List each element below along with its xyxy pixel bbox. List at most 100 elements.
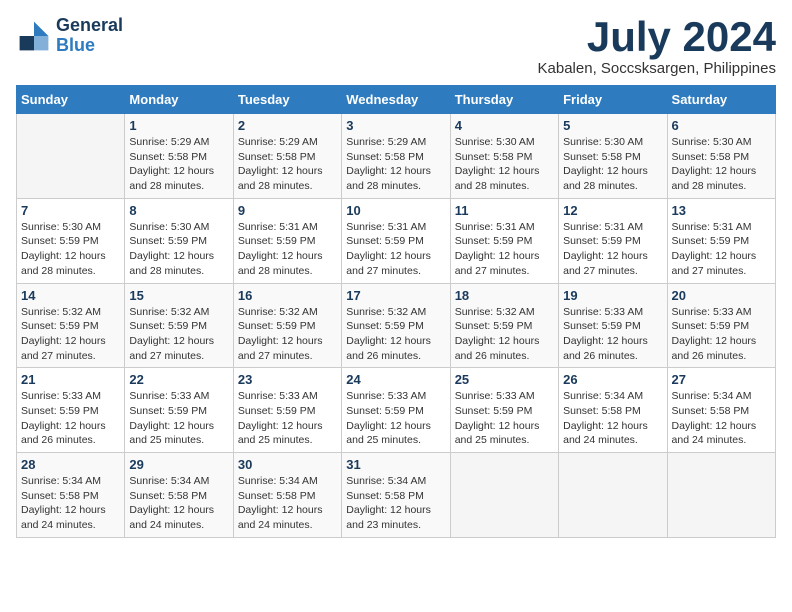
calendar-cell: 19 Sunrise: 5:33 AMSunset: 5:59 PMDayligh… xyxy=(559,283,667,368)
calendar-cell: 2 Sunrise: 5:29 AMSunset: 5:58 PMDaylight… xyxy=(233,114,341,199)
day-number: 26 xyxy=(563,372,662,387)
calendar-cell: 24Sunrise: 5:33 AMSunset: 5:59 PMDayligh… xyxy=(342,368,450,453)
day-number: 7 xyxy=(21,203,120,218)
day-info: Sunrise: 5:34 AMSunset: 5:58 PMDaylight:… xyxy=(238,474,337,533)
calendar-cell: 25 Sunrise: 5:33 AMSunset: 5:59 PMDayligh… xyxy=(450,368,558,453)
day-number: 19 xyxy=(563,288,662,303)
location-subtitle: Kabalen, Soccsksargen, Philippines xyxy=(538,60,776,77)
weekday-header-sunday: Sunday xyxy=(17,86,125,114)
day-number: 2 xyxy=(238,118,337,133)
day-info: Sunrise: 5:30 AMSunset: 5:59 PMDaylight:… xyxy=(129,220,228,279)
calendar-cell: 15Sunrise: 5:32 AMSunset: 5:59 PMDayligh… xyxy=(125,283,233,368)
day-number: 22 xyxy=(129,372,228,387)
logo: General Blue xyxy=(16,16,123,56)
day-info: Sunrise: 5:31 AMSunset: 5:59 PMDaylight:… xyxy=(563,220,662,279)
weekday-header-monday: Monday xyxy=(125,86,233,114)
day-info: Sunrise: 5:29 AMSunset: 5:58 PMDaylight:… xyxy=(129,135,228,194)
calendar-cell: 9 Sunrise: 5:31 AMSunset: 5:59 PMDaylight… xyxy=(233,198,341,283)
calendar-cell: 7 Sunrise: 5:30 AMSunset: 5:59 PMDaylight… xyxy=(17,198,125,283)
calendar-cell: 1 Sunrise: 5:29 AMSunset: 5:58 PMDaylight… xyxy=(125,114,233,199)
day-info: Sunrise: 5:31 AMSunset: 5:59 PMDaylight:… xyxy=(238,220,337,279)
day-info: Sunrise: 5:30 AMSunset: 5:59 PMDaylight:… xyxy=(21,220,120,279)
calendar-cell: 10Sunrise: 5:31 AMSunset: 5:59 PMDayligh… xyxy=(342,198,450,283)
day-info: Sunrise: 5:33 AMSunset: 5:59 PMDaylight:… xyxy=(238,389,337,448)
calendar-cell: 20 Sunrise: 5:33 AMSunset: 5:59 PMDayligh… xyxy=(667,283,775,368)
day-number: 13 xyxy=(672,203,771,218)
day-info: Sunrise: 5:31 AMSunset: 5:59 PMDaylight:… xyxy=(672,220,771,279)
day-info: Sunrise: 5:31 AMSunset: 5:59 PMDaylight:… xyxy=(346,220,445,279)
day-number: 3 xyxy=(346,118,445,133)
day-number: 18 xyxy=(455,288,554,303)
day-info: Sunrise: 5:34 AMSunset: 5:58 PMDaylight:… xyxy=(21,474,120,533)
day-number: 25 xyxy=(455,372,554,387)
calendar-cell: 17Sunrise: 5:32 AMSunset: 5:59 PMDayligh… xyxy=(342,283,450,368)
week-row-1: 1 Sunrise: 5:29 AMSunset: 5:58 PMDaylight… xyxy=(17,114,776,199)
day-info: Sunrise: 5:32 AMSunset: 5:59 PMDaylight:… xyxy=(346,305,445,364)
day-info: Sunrise: 5:30 AMSunset: 5:58 PMDaylight:… xyxy=(672,135,771,194)
day-number: 14 xyxy=(21,288,120,303)
day-number: 30 xyxy=(238,457,337,472)
weekday-header-thursday: Thursday xyxy=(450,86,558,114)
day-info: Sunrise: 5:34 AMSunset: 5:58 PMDaylight:… xyxy=(672,389,771,448)
day-number: 27 xyxy=(672,372,771,387)
title-block: July 2024 Kabalen, Soccsksargen, Philipp… xyxy=(538,16,776,77)
day-number: 6 xyxy=(672,118,771,133)
calendar-cell: 13 Sunrise: 5:31 AMSunset: 5:59 PMDayligh… xyxy=(667,198,775,283)
calendar-cell: 11 Sunrise: 5:31 AMSunset: 5:59 PMDayligh… xyxy=(450,198,558,283)
day-info: Sunrise: 5:34 AMSunset: 5:58 PMDaylight:… xyxy=(563,389,662,448)
logo-icon xyxy=(16,18,52,54)
day-info: Sunrise: 5:31 AMSunset: 5:59 PMDaylight:… xyxy=(455,220,554,279)
day-number: 1 xyxy=(129,118,228,133)
weekday-header-tuesday: Tuesday xyxy=(233,86,341,114)
week-row-5: 28 Sunrise: 5:34 AMSunset: 5:58 PMDayligh… xyxy=(17,453,776,538)
day-number: 23 xyxy=(238,372,337,387)
calendar-cell: 12Sunrise: 5:31 AMSunset: 5:59 PMDayligh… xyxy=(559,198,667,283)
day-info: Sunrise: 5:30 AMSunset: 5:58 PMDaylight:… xyxy=(455,135,554,194)
day-number: 9 xyxy=(238,203,337,218)
calendar-cell: 6 Sunrise: 5:30 AMSunset: 5:58 PMDaylight… xyxy=(667,114,775,199)
calendar-table: SundayMondayTuesdayWednesdayThursdayFrid… xyxy=(16,85,776,538)
day-number: 24 xyxy=(346,372,445,387)
day-info: Sunrise: 5:29 AMSunset: 5:58 PMDaylight:… xyxy=(346,135,445,194)
day-number: 16 xyxy=(238,288,337,303)
calendar-cell: 29Sunrise: 5:34 AMSunset: 5:58 PMDayligh… xyxy=(125,453,233,538)
day-number: 20 xyxy=(672,288,771,303)
day-info: Sunrise: 5:33 AMSunset: 5:59 PMDaylight:… xyxy=(21,389,120,448)
day-info: Sunrise: 5:33 AMSunset: 5:59 PMDaylight:… xyxy=(129,389,228,448)
day-number: 31 xyxy=(346,457,445,472)
calendar-cell: 23 Sunrise: 5:33 AMSunset: 5:59 PMDayligh… xyxy=(233,368,341,453)
day-info: Sunrise: 5:30 AMSunset: 5:58 PMDaylight:… xyxy=(563,135,662,194)
calendar-cell: 31 Sunrise: 5:34 AMSunset: 5:58 PMDayligh… xyxy=(342,453,450,538)
calendar-cell xyxy=(17,114,125,199)
weekday-header-friday: Friday xyxy=(559,86,667,114)
calendar-cell: 22 Sunrise: 5:33 AMSunset: 5:59 PMDayligh… xyxy=(125,368,233,453)
day-number: 28 xyxy=(21,457,120,472)
day-number: 29 xyxy=(129,457,228,472)
calendar-cell: 26 Sunrise: 5:34 AMSunset: 5:58 PMDayligh… xyxy=(559,368,667,453)
day-info: Sunrise: 5:29 AMSunset: 5:58 PMDaylight:… xyxy=(238,135,337,194)
calendar-cell xyxy=(559,453,667,538)
day-info: Sunrise: 5:33 AMSunset: 5:59 PMDaylight:… xyxy=(455,389,554,448)
day-number: 8 xyxy=(129,203,228,218)
month-year-title: July 2024 xyxy=(538,16,776,58)
day-number: 11 xyxy=(455,203,554,218)
calendar-cell: 21 Sunrise: 5:33 AMSunset: 5:59 PMDayligh… xyxy=(17,368,125,453)
day-info: Sunrise: 5:34 AMSunset: 5:58 PMDaylight:… xyxy=(346,474,445,533)
calendar-cell: 5Sunrise: 5:30 AMSunset: 5:58 PMDaylight… xyxy=(559,114,667,199)
calendar-cell xyxy=(450,453,558,538)
week-row-4: 21 Sunrise: 5:33 AMSunset: 5:59 PMDayligh… xyxy=(17,368,776,453)
day-number: 15 xyxy=(129,288,228,303)
calendar-cell xyxy=(667,453,775,538)
day-number: 4 xyxy=(455,118,554,133)
day-number: 21 xyxy=(21,372,120,387)
weekday-header-wednesday: Wednesday xyxy=(342,86,450,114)
calendar-cell: 18 Sunrise: 5:32 AMSunset: 5:59 PMDayligh… xyxy=(450,283,558,368)
logo-text: General Blue xyxy=(56,16,123,56)
day-info: Sunrise: 5:33 AMSunset: 5:59 PMDaylight:… xyxy=(563,305,662,364)
calendar-cell: 27 Sunrise: 5:34 AMSunset: 5:58 PMDayligh… xyxy=(667,368,775,453)
day-info: Sunrise: 5:33 AMSunset: 5:59 PMDaylight:… xyxy=(672,305,771,364)
calendar-cell: 16Sunrise: 5:32 AMSunset: 5:59 PMDayligh… xyxy=(233,283,341,368)
day-info: Sunrise: 5:32 AMSunset: 5:59 PMDaylight:… xyxy=(455,305,554,364)
calendar-cell: 28 Sunrise: 5:34 AMSunset: 5:58 PMDayligh… xyxy=(17,453,125,538)
calendar-cell: 3 Sunrise: 5:29 AMSunset: 5:58 PMDaylight… xyxy=(342,114,450,199)
